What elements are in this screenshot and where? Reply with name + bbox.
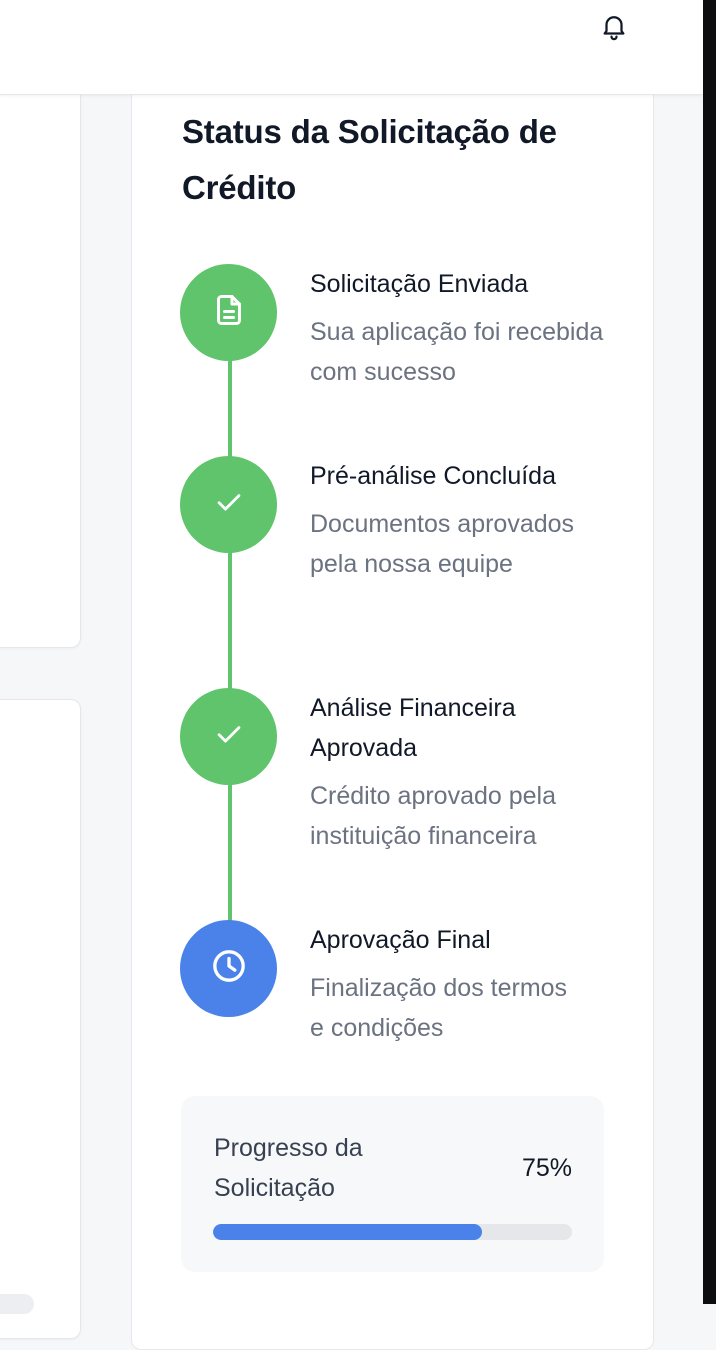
check-icon xyxy=(212,717,246,756)
document-icon xyxy=(211,292,247,333)
timeline-step: Solicitação Enviada Sua aplicação foi re… xyxy=(310,264,620,392)
step-status-done xyxy=(180,688,277,785)
window-edge xyxy=(703,0,716,1304)
step-status-done xyxy=(180,264,277,361)
timeline-connector xyxy=(228,358,232,460)
bell-icon[interactable] xyxy=(598,10,630,42)
timeline-step: Aprovação Final Finalização dos termos e… xyxy=(310,920,620,1048)
step-title: Pré-análise Concluída xyxy=(310,462,556,490)
step-title: Análise Financeira Aprovada xyxy=(310,694,516,762)
timeline-step: Pré-análise Concluída Documentos aprovad… xyxy=(310,456,620,584)
timeline-connector xyxy=(228,782,232,924)
left-card-top xyxy=(0,60,81,648)
step-title: Solicitação Enviada xyxy=(310,270,529,298)
step-description: Sua aplicação foi recebida com sucesso xyxy=(310,318,604,386)
step-status-done xyxy=(180,456,277,553)
status-title: Status da Solicitação de Crédito xyxy=(182,113,557,206)
timeline-connector xyxy=(228,550,232,692)
step-status-in-progress xyxy=(180,920,277,1017)
progress-label: Progresso da Solicitação xyxy=(214,1134,363,1202)
step-title: Aprovação Final xyxy=(310,926,491,954)
step-description: Documentos aprovados pela nossa equipe xyxy=(310,510,575,578)
progress-percent: 75% xyxy=(521,1154,572,1182)
progress-bar xyxy=(213,1224,572,1240)
step-description: Finalização dos termos e condições xyxy=(310,974,568,1042)
top-header xyxy=(0,0,703,95)
step-description: Crédito aprovado pela instituição financ… xyxy=(310,782,556,850)
left-bottom-element xyxy=(0,1294,34,1314)
left-card-bottom xyxy=(0,699,81,1339)
check-icon xyxy=(212,485,246,524)
clock-icon xyxy=(209,946,249,991)
progress-bar-fill xyxy=(213,1224,483,1240)
timeline-step: Análise Financeira Aprovada Crédito apro… xyxy=(310,688,620,856)
